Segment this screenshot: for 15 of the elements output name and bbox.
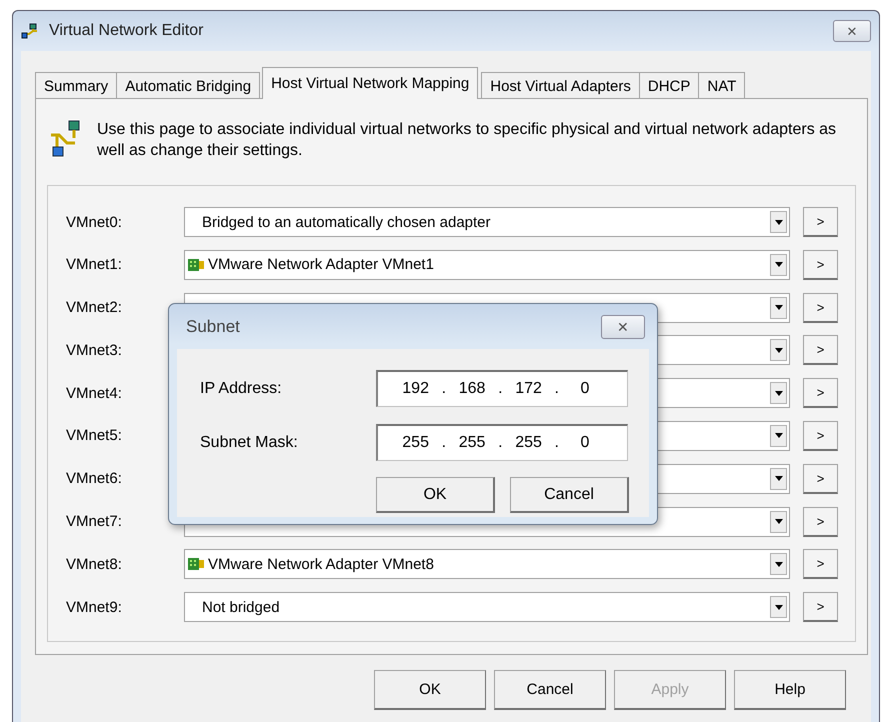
field-label: IP Address:	[200, 380, 283, 398]
network-label: VMnet5:	[66, 427, 123, 444]
network-label: VMnet3:	[66, 342, 123, 359]
network-label: VMnet4:	[66, 384, 123, 402]
field-label: Subnet Mask:	[200, 434, 299, 452]
network-label: VMnet9:	[66, 598, 123, 616]
network-label: VMnet6:	[66, 470, 123, 488]
window-title: Virtual Network Editor	[49, 22, 204, 40]
network-label: VMnet1:	[66, 256, 123, 274]
intro-text: Use this page to associate individual virtual networks to specific physical and virtual network adapters as well as change their settings.	[97, 120, 838, 161]
network-label: VMnet8:	[66, 556, 123, 573]
network-label: VMnet7:	[66, 513, 123, 530]
network-label: VMnet0:	[66, 214, 123, 230]
dialog-title: Subnet	[186, 316, 241, 336]
network-label: VMnet2:	[66, 299, 123, 316]
